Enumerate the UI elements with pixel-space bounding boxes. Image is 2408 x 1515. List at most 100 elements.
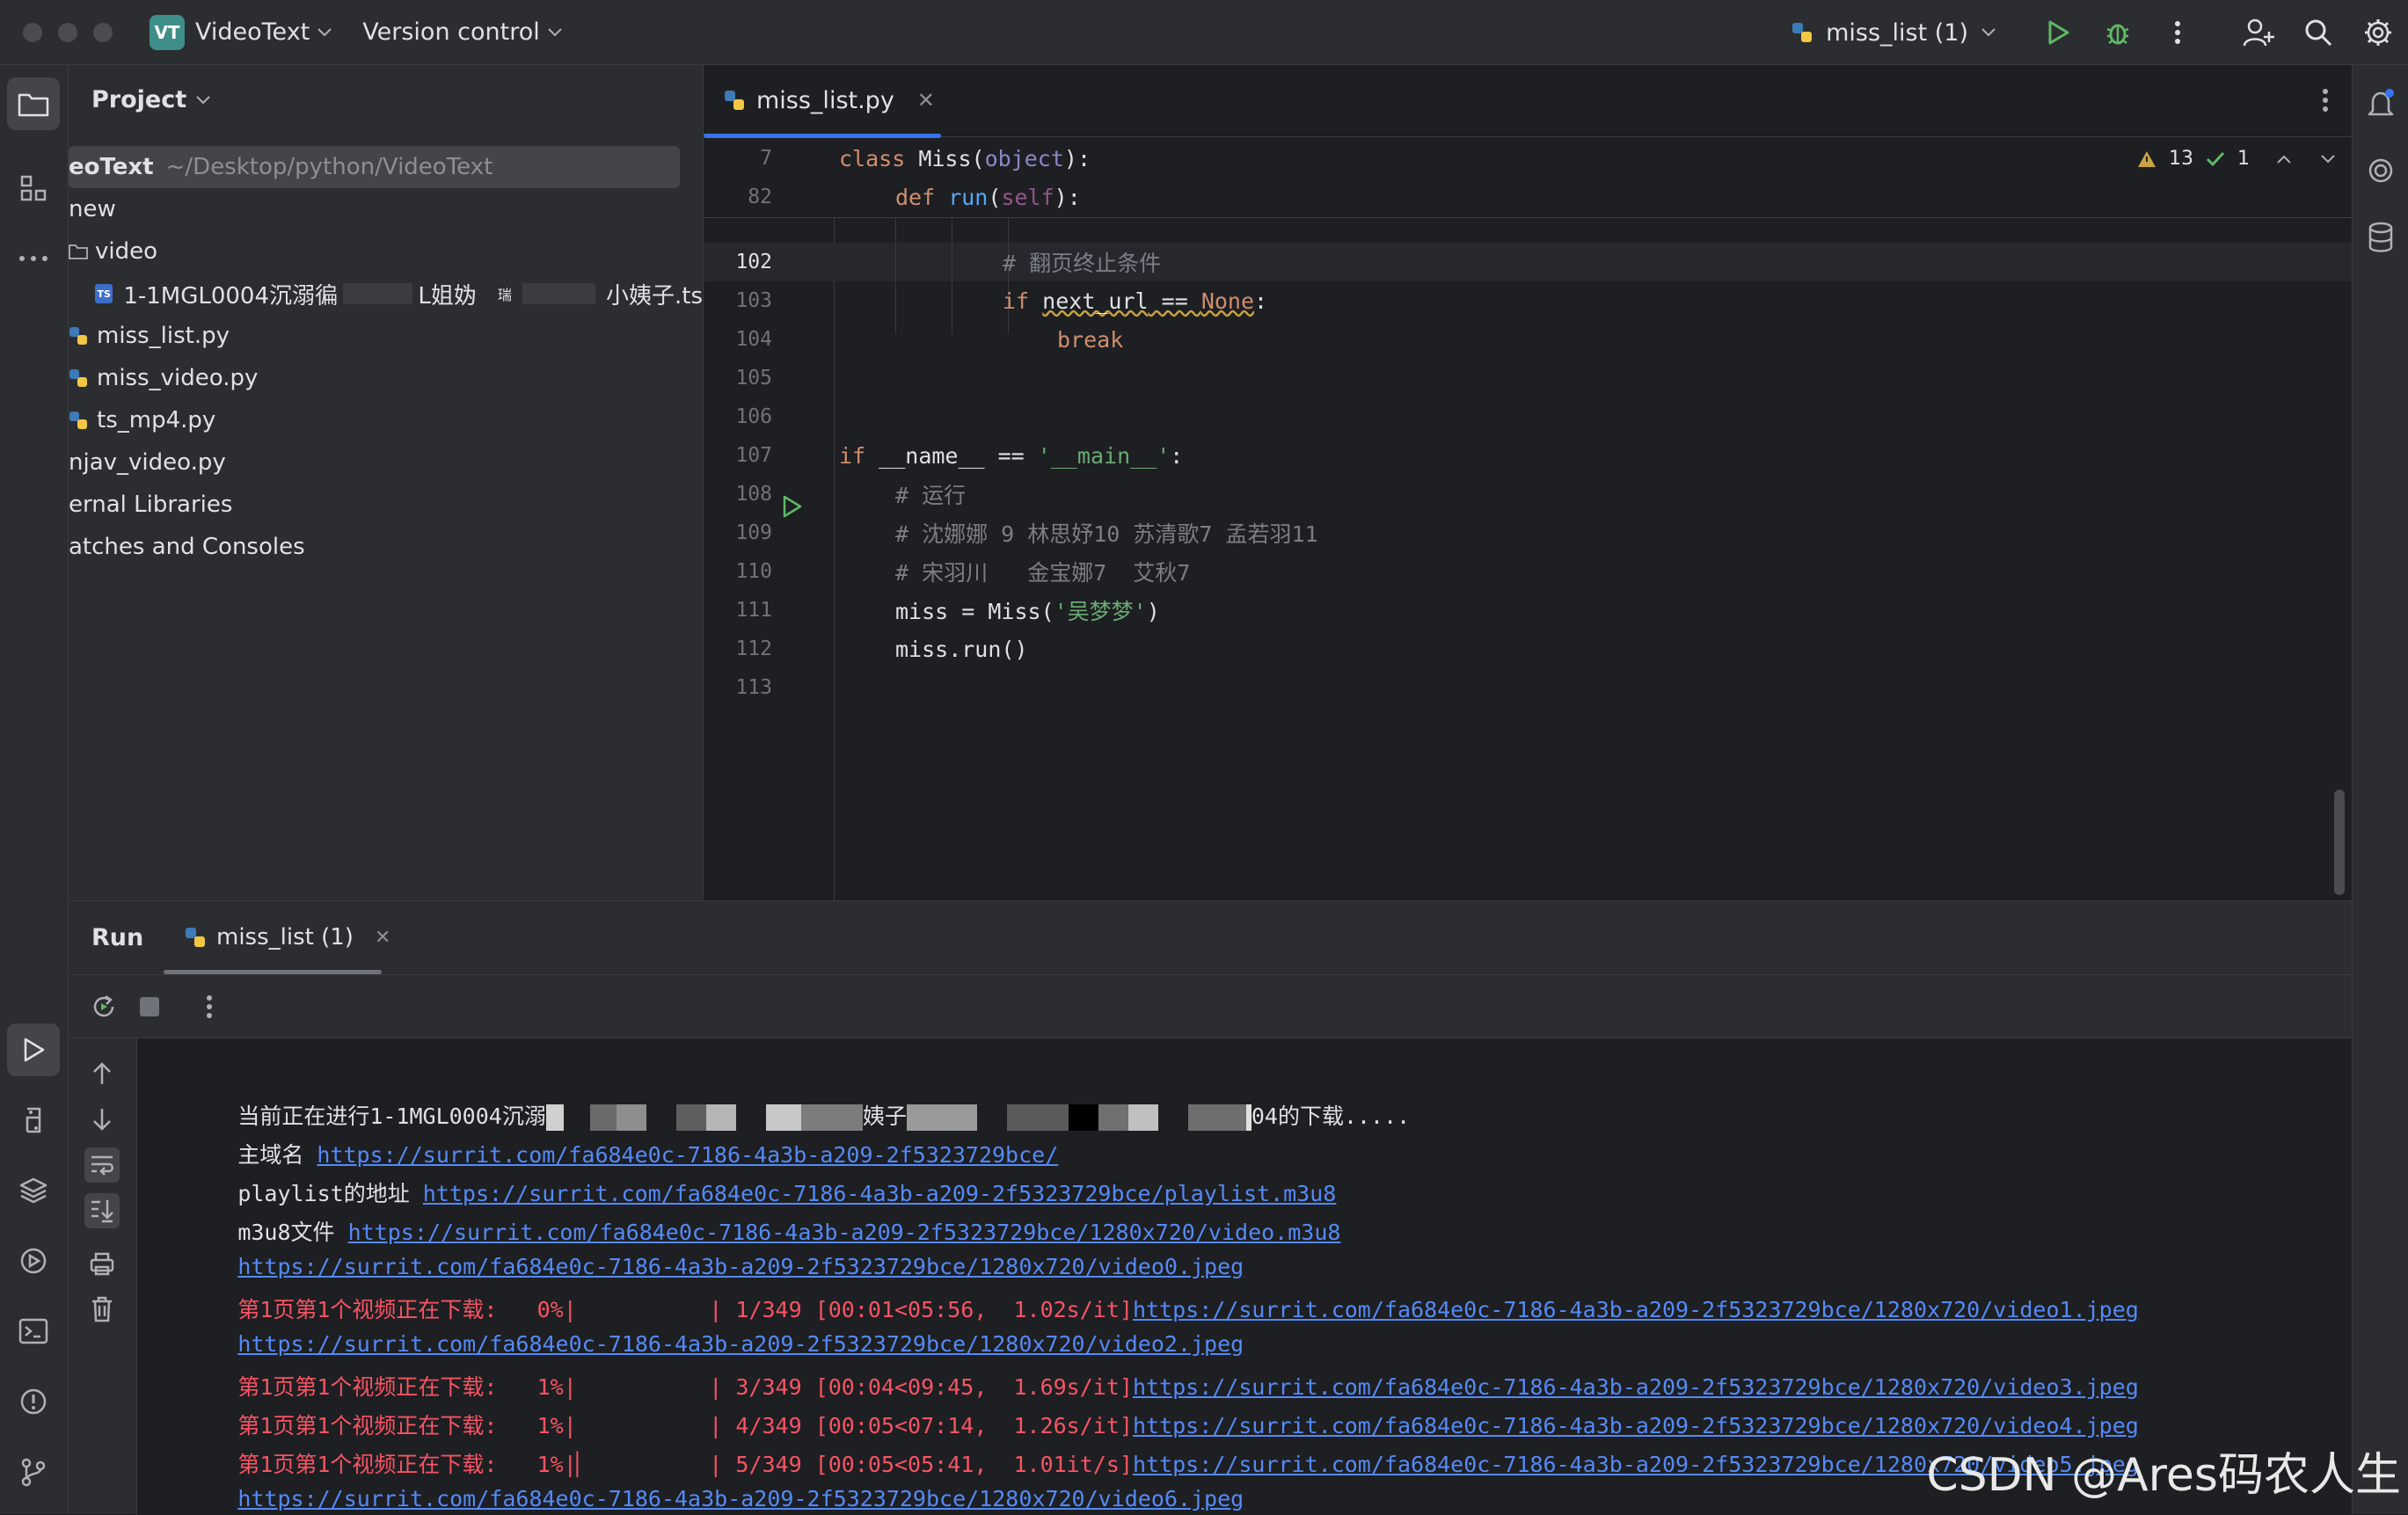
tree-item-external-libraries[interactable]: ernal Libraries <box>69 484 703 526</box>
code-with-me-button[interactable] <box>2229 0 2288 65</box>
keyword: None <box>1201 288 1254 314</box>
tree-item-label: 小姨子.ts <box>606 278 703 310</box>
console-text: 04的下载..... <box>1251 1103 1410 1129</box>
console-link[interactable]: https://surrit.com/fa684e0c-7186-4a3b-a2… <box>1133 1297 2139 1322</box>
code-token: miss = Miss( <box>895 599 1054 624</box>
run-tab-bar: Run miss_list (1) ✕ <box>69 901 2352 975</box>
debug-button[interactable] <box>2088 0 2148 65</box>
gear-icon <box>2363 18 2393 47</box>
project-panel-header[interactable]: Project <box>91 86 211 113</box>
code-comment: # 宋羽川 金宝娜7 艾秋7 <box>895 556 1190 587</box>
redacted-block <box>1069 1104 1098 1131</box>
terminal-button[interactable] <box>7 1305 60 1358</box>
bug-icon <box>2104 18 2132 47</box>
tree-item-njav-video[interactable]: njav_video.py <box>69 441 703 484</box>
keyword: if <box>839 443 865 469</box>
root-path: ~/Desktop/python/VideoText <box>166 154 493 180</box>
chevron-down-icon[interactable] <box>2320 154 2336 164</box>
settings-button[interactable] <box>2348 0 2408 65</box>
ok-count: 1 <box>2237 148 2250 170</box>
tree-item-ts-file[interactable]: TS 1-1MGL0004沉溺徧 L姐妫 瑞 小姨子.ts <box>69 273 703 315</box>
notifications-button[interactable] <box>2358 77 2404 130</box>
editor-tab-miss-list[interactable]: miss_list.py ✕ <box>723 65 961 135</box>
inspection-widget[interactable]: 13 1 <box>2137 148 2336 170</box>
redacted-block <box>1158 1104 1188 1131</box>
code-token: next_url <box>1042 288 1148 314</box>
console-link[interactable]: https://surrit.com/fa684e0c-7186-4a3b-a2… <box>237 1486 1244 1511</box>
folder-icon <box>17 90 50 118</box>
search-button[interactable] <box>2288 0 2348 65</box>
minimize-window-button[interactable] <box>58 23 77 42</box>
project-tree: eoText ~/Desktop/python/VideoText new vi… <box>69 146 703 568</box>
structure-tool-button[interactable] <box>7 162 60 215</box>
close-icon[interactable]: ✕ <box>375 927 390 949</box>
string-literal: '吴梦梦' <box>1054 599 1147 624</box>
more-actions-button[interactable] <box>2148 0 2207 65</box>
redacted-block <box>522 283 595 304</box>
tree-item-label: video <box>95 238 157 265</box>
scroll-up-button[interactable] <box>84 1056 120 1091</box>
stop-button[interactable] <box>132 989 167 1024</box>
clear-all-button[interactable] <box>84 1292 120 1327</box>
print-button[interactable] <box>84 1246 120 1281</box>
project-tool-button[interactable] <box>7 77 60 130</box>
problems-icon <box>18 1387 48 1417</box>
chevron-down-icon <box>1981 27 1996 38</box>
maximize-window-button[interactable] <box>93 23 113 42</box>
soft-wrap-button[interactable] <box>84 1147 120 1183</box>
tree-item-ts-mp4[interactable]: ts_mp4.py <box>69 399 703 441</box>
play-icon <box>781 494 804 519</box>
editor-scrollbar[interactable] <box>2334 790 2345 895</box>
chevron-down-icon <box>317 27 332 38</box>
trash-icon <box>91 1296 113 1322</box>
ai-assistant-button[interactable] <box>2358 144 2404 197</box>
run-configuration-selector[interactable]: miss_list (1) <box>1791 19 1996 47</box>
rerun-icon <box>90 993 118 1021</box>
python-console-button[interactable] <box>7 1094 60 1147</box>
check-icon <box>2206 151 2225 167</box>
close-icon[interactable]: ✕ <box>917 88 935 113</box>
database-button[interactable] <box>2358 211 2404 264</box>
code-comment: # 翻页终止条件 <box>1003 246 1161 278</box>
watermark: CSDN @Ares码农人生 <box>1926 1438 2401 1504</box>
git-button[interactable] <box>7 1446 60 1498</box>
run-tool-button[interactable] <box>7 1023 60 1076</box>
tab-more-button[interactable] <box>2322 88 2329 113</box>
tree-item-miss-video[interactable]: miss_video.py <box>69 357 703 399</box>
run-config-label: miss_list (1) <box>1826 19 1968 47</box>
redacted-block <box>1188 1104 1246 1131</box>
line-number: 82 <box>704 186 772 208</box>
tree-item-scratches[interactable]: atches and Consoles <box>69 526 703 568</box>
version-control-menu[interactable]: Version control <box>362 18 539 46</box>
more-vertical-icon <box>2174 20 2181 45</box>
problems-button[interactable] <box>7 1375 60 1428</box>
services-button[interactable] <box>7 1235 60 1287</box>
tree-item-new[interactable]: new <box>69 188 703 230</box>
tree-item-video-folder[interactable]: video <box>69 230 703 273</box>
code-token: run <box>935 185 988 210</box>
scroll-to-end-button[interactable] <box>84 1193 120 1228</box>
scroll-down-button[interactable] <box>84 1102 120 1137</box>
folder-icon <box>69 244 88 259</box>
run-button[interactable] <box>2028 0 2088 65</box>
tree-item-label: miss_video.py <box>97 365 258 391</box>
project-name[interactable]: VideoText <box>195 18 310 46</box>
run-tab-label: miss_list (1) <box>216 924 354 951</box>
project-badge[interactable]: VT <box>150 15 185 50</box>
printer-icon <box>89 1251 115 1276</box>
more-tools-button[interactable] <box>7 232 60 285</box>
rerun-button[interactable] <box>86 989 121 1024</box>
tree-item-miss-list[interactable]: miss_list.py <box>69 315 703 357</box>
tree-root[interactable]: eoText ~/Desktop/python/VideoText <box>69 146 680 188</box>
line-number: 113 <box>704 676 772 699</box>
line-number: 104 <box>704 328 772 351</box>
chevron-up-icon[interactable] <box>2276 154 2292 164</box>
python-file-icon <box>69 368 88 388</box>
arrow-down-icon <box>91 1107 113 1132</box>
python-packages-button[interactable] <box>7 1164 60 1217</box>
stop-icon <box>138 995 161 1018</box>
sticky-scope-header[interactable]: 7 class Miss(object): 82 def run(self): <box>704 139 2352 218</box>
close-window-button[interactable] <box>23 23 42 42</box>
run-more-button[interactable] <box>192 989 227 1024</box>
run-tab-miss-list[interactable]: miss_list (1) ✕ <box>185 924 390 951</box>
